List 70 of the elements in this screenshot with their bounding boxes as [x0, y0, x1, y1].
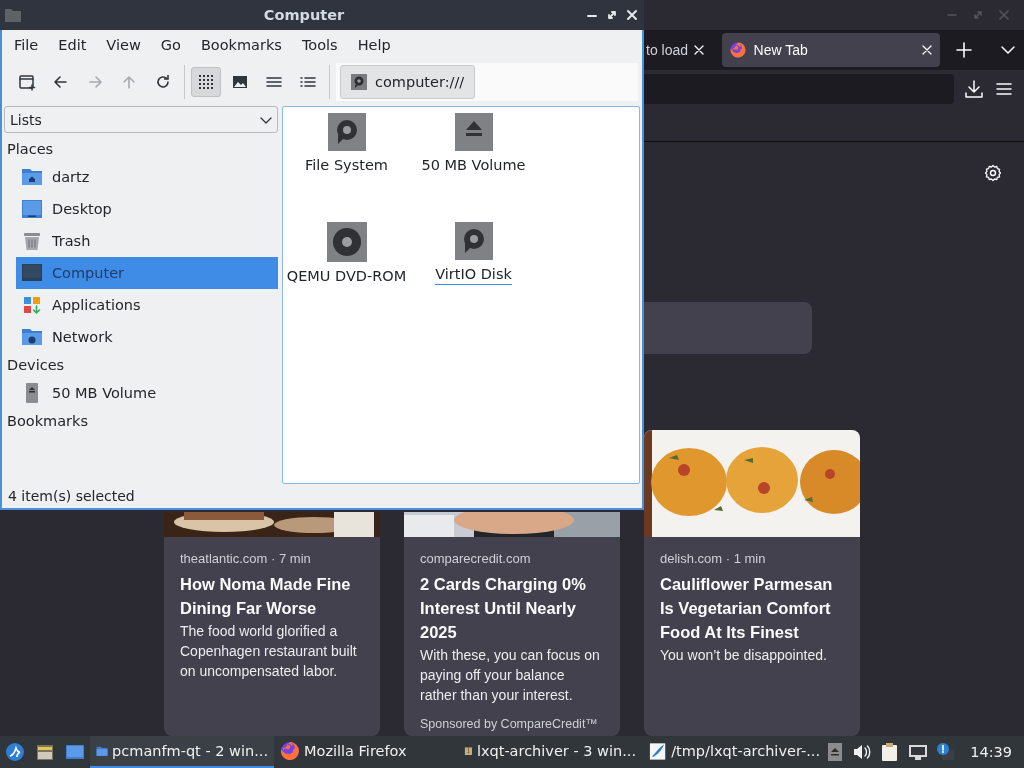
view-mode-button[interactable]	[191, 67, 221, 97]
article-source: comparecredit.com	[420, 551, 532, 566]
desktop-icon	[20, 197, 44, 221]
start-menu-icon[interactable]	[5, 742, 25, 762]
article-card[interactable]: comparecredit.com 2 Cards Charging 0% Interest Until Nearly 2025 With these, you can focus on paying off your balance rather than your interest. Sponsored by CompareCredit™	[404, 512, 620, 736]
status-text: 4 item(s) selected	[7, 487, 136, 506]
menu-item[interactable]: View	[96, 37, 151, 53]
file-label[interactable]: QEMU DVD-ROM	[286, 268, 407, 286]
file-label[interactable]: File System	[305, 157, 388, 175]
article-summary: You won’t be disappointed.	[660, 646, 828, 665]
browser-tab[interactable]: to load	[644, 33, 718, 67]
menu-item[interactable]: Help	[347, 37, 401, 53]
menu-item[interactable]: Go	[150, 37, 191, 53]
text-editor-icon	[648, 741, 668, 761]
article-summary: The food world glorified a Copenhagen restaurant built on uncompensated labor.	[180, 622, 358, 681]
section-heading: Bookmarks	[6, 412, 89, 431]
image-icon	[231, 73, 249, 91]
eject-drive-icon[interactable]	[454, 113, 493, 151]
article-summary: With these, you can focus on paying off your balance rather than your interest.	[420, 646, 601, 705]
article-title[interactable]: How Noma Made Fine Dining Far Worse	[180, 572, 364, 620]
icon-view-icon	[197, 73, 215, 91]
taskbar-button[interactable]: lxqt-archiver - 3 win...	[458, 736, 642, 768]
drive-icon	[351, 74, 367, 90]
settings-icon[interactable]	[984, 164, 1002, 182]
download-icon[interactable]	[964, 79, 984, 99]
sidebar-item[interactable]: Trash	[16, 225, 278, 257]
network-icon[interactable]	[908, 742, 929, 762]
volume-icon[interactable]	[852, 742, 873, 762]
search-field[interactable]	[644, 302, 812, 354]
sidebar-item[interactable]: Network	[16, 321, 278, 353]
sidebar-item[interactable]: dartz	[16, 161, 278, 193]
taskbar-button[interactable]: pcmanfm-qt - 2 win...	[90, 736, 274, 768]
sidebar-item[interactable]: 50 MB Volume	[16, 377, 278, 409]
new-tab-icon[interactable]	[18, 73, 36, 91]
eject-icon[interactable]	[826, 742, 845, 762]
desktop-icon[interactable]	[65, 742, 85, 762]
reload-icon[interactable]	[154, 73, 172, 91]
file-cabinet-icon[interactable]	[35, 742, 55, 762]
sidebar-item[interactable]: Desktop	[16, 193, 278, 225]
article-title[interactable]: 2 Cards Charging 0% Interest Until Nearly 2025	[420, 572, 604, 644]
view-dropdown[interactable]: Lists	[4, 106, 278, 133]
section-heading: Places	[6, 140, 55, 159]
article-card[interactable]: delish.com · 1 min Cauliflower Parmesan Is Vegetarian Comfort Food At Its Finest You won’t be disappointed.	[644, 430, 860, 736]
firefox-icon	[729, 42, 746, 58]
article-card[interactable]: theatlantic.com · 7 min How Noma Made Fine Dining Far Worse The food world glorified a Copenhagen restaurant built on uncompensated labor.	[164, 512, 380, 736]
sponsor-label: Sponsored by CompareCredit™	[420, 717, 599, 731]
menu-item[interactable]: Tools	[291, 37, 348, 53]
window-title: Computer	[262, 7, 346, 23]
path-button[interactable]: computer:///	[340, 65, 476, 99]
firefox-icon	[280, 741, 300, 761]
notification-icon[interactable]	[936, 742, 957, 762]
maximize-icon[interactable]	[606, 9, 618, 21]
taskbar-button[interactable]: /tmp/lxqt-archiver-...	[642, 736, 826, 768]
article-source: delish.com · 1 min	[660, 551, 767, 566]
back-arrow-icon[interactable]	[52, 73, 70, 91]
browser-tab[interactable]: New Tab	[721, 33, 941, 67]
article-title[interactable]: Cauliflower Parmesan Is Vegetarian Comfort Food At Its Finest	[660, 572, 844, 644]
location-bar[interactable]: computer:///	[336, 63, 638, 101]
plus-icon[interactable]	[956, 42, 973, 58]
menu-item[interactable]: File	[4, 37, 49, 53]
file-label[interactable]: 50 MB Volume	[421, 157, 526, 175]
taskbar-button[interactable]: Mozilla Firefox	[274, 736, 458, 768]
menu-item[interactable]: Edit	[48, 37, 97, 53]
menu-item[interactable]: Bookmarks	[190, 37, 292, 53]
sidebar-item[interactable]: Applications	[16, 289, 278, 321]
clock[interactable]: 14:39	[964, 744, 1024, 760]
file-label[interactable]: VirtIO Disk	[435, 266, 512, 285]
section-heading: Devices	[6, 356, 66, 375]
folder-icon	[4, 7, 22, 23]
article-source: theatlantic.com · 7 min	[180, 551, 312, 566]
